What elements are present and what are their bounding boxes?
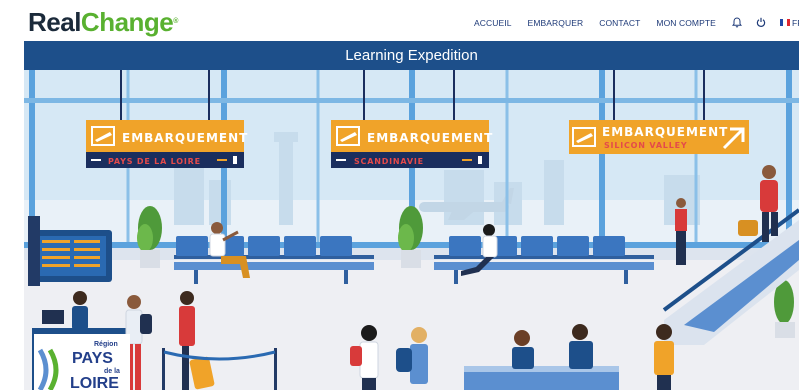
top-navigation-bar: RealChange® ACCUEIL EMBARQUER CONTACT MO… (0, 0, 799, 41)
nav-contact-link[interactable]: CONTACT (599, 18, 640, 28)
sign-silicon-valley: EMBARQUEMENT SILICON VALLEY (569, 120, 749, 154)
potted-plant-middle (398, 206, 423, 268)
potted-plant-right (774, 280, 795, 338)
sign-1-title: EMBARQUEMENT (122, 131, 248, 145)
airport-illustration: EMBARQUEMENT PAYS DE LA LOIRE EMBARQUEME… (24, 70, 799, 390)
page-title: Learning Expedition (345, 47, 478, 64)
realchange-logo[interactable]: RealChange® (28, 6, 178, 38)
potted-plant-left (137, 206, 162, 268)
nav-accueil-link[interactable]: ACCUEIL (474, 18, 512, 28)
fr-flag-icon (779, 19, 790, 26)
sign-2-destination: SCANDINAVIE (354, 157, 424, 166)
logo-text-change: Change (80, 7, 174, 37)
sign-pays-de-la-loire: EMBARQUEMENT PAYS DE LA LOIRE (86, 120, 248, 168)
logo-text-real: Real (28, 7, 81, 37)
language-selector[interactable]: FR ▾ (779, 17, 799, 28)
nav-embarquer-link[interactable]: EMBARQUER (528, 18, 584, 28)
sign-3-destination: SILICON VALLEY (604, 141, 687, 150)
region-logo-line1: PAYS (72, 350, 113, 367)
region-logo-small: Région (94, 341, 118, 348)
sign-3-title: EMBARQUEMENT (602, 125, 728, 139)
region-logo-line3: LOIRE (70, 375, 119, 390)
logo-registered-mark: ® (173, 18, 178, 25)
region-pays-de-la-loire-logo: Région PAYS de la LOIRE (34, 334, 130, 390)
power-icon[interactable] (756, 17, 766, 28)
traveler-woman-right (654, 324, 674, 390)
language-label: FR (791, 17, 799, 28)
main-nav: ACCUEIL EMBARQUER CONTACT MON COMPTE FR … (474, 17, 799, 28)
sign-scandinavie: EMBARQUEMENT SCANDINAVIE (331, 120, 493, 168)
nav-mon-compte-link[interactable]: MON COMPTE (656, 18, 716, 28)
region-logo-line2: de la (104, 368, 120, 375)
sign-1-destination: PAYS DE LA LOIRE (108, 157, 201, 166)
bell-icon[interactable] (731, 17, 742, 28)
page-banner: Learning Expedition (24, 41, 799, 70)
sign-2-title: EMBARQUEMENT (367, 131, 493, 145)
